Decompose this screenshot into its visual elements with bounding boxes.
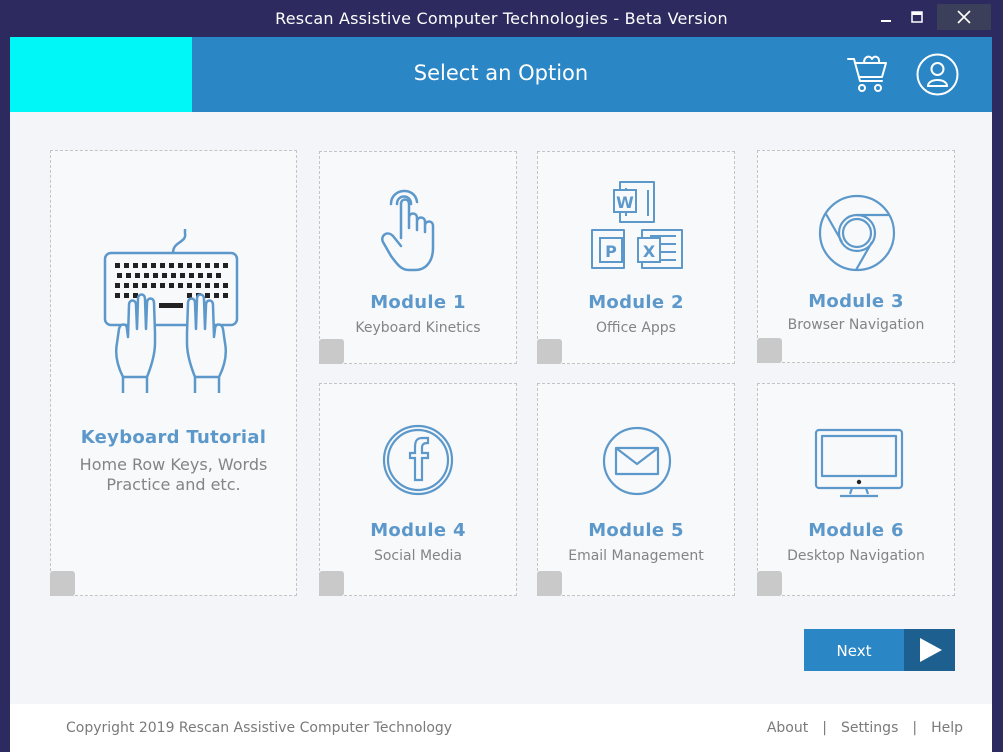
monitor-icon [814, 428, 904, 498]
window-title: Rescan Assistive Computer Technologies -… [275, 9, 728, 28]
chrome-icon [818, 194, 896, 272]
svg-text:P: P [605, 242, 617, 261]
tutorial-select-checkbox[interactable] [50, 571, 75, 596]
help-link[interactable]: Help [931, 720, 963, 736]
tutorial-title: Keyboard Tutorial [80, 427, 267, 448]
maximize-button[interactable] [902, 4, 932, 30]
play-arrow-icon [919, 638, 942, 662]
module-4-subtitle: Social Media [373, 548, 462, 564]
header-bar: Select an Option [10, 37, 992, 112]
svg-text:X: X [643, 242, 656, 261]
module-5-select-checkbox[interactable] [537, 571, 562, 596]
module-6-card[interactable]: Module 6 Desktop Navigation [757, 383, 955, 596]
close-icon [957, 10, 971, 24]
module-1-title: Module 1 [370, 292, 466, 313]
module-3-select-checkbox[interactable] [757, 338, 782, 363]
mail-icon [602, 426, 672, 496]
next-label: Next [836, 642, 872, 660]
module-1-subtitle: Keyboard Kinetics [355, 320, 481, 336]
about-link[interactable]: About [767, 720, 808, 736]
module-1-select-checkbox[interactable] [319, 339, 344, 364]
facebook-icon [382, 424, 454, 496]
module-2-select-checkbox[interactable] [537, 339, 562, 364]
footer-separator: | [912, 720, 918, 736]
keyboard-hands-icon [103, 229, 239, 393]
module-4-select-checkbox[interactable] [319, 571, 344, 596]
keyboard-tutorial-card[interactable]: Keyboard Tutorial Home Row Keys, Words P… [50, 150, 297, 596]
module-5-title: Module 5 [588, 520, 684, 541]
module-3-card[interactable]: Module 3 Browser Navigation [757, 150, 955, 363]
module-2-subtitle: Office Apps [596, 320, 676, 336]
next-button[interactable]: Next [804, 629, 955, 671]
module-6-title: Module 6 [808, 520, 904, 541]
user-icon [916, 53, 959, 96]
module-5-subtitle: Email Management [568, 548, 704, 564]
footer-separator: | [822, 720, 827, 736]
module-3-subtitle: Browser Navigation [787, 317, 925, 333]
footer-links: About | Settings | Help [767, 720, 963, 736]
page-title: Select an Option [413, 61, 589, 85]
module-4-card[interactable]: Module 4 Social Media [319, 383, 517, 596]
copyright-text: Copyright 2019 Rescan Assistive Computer… [66, 720, 453, 736]
module-6-subtitle: Desktop Navigation [787, 548, 925, 564]
module-1-card[interactable]: Module 1 Keyboard Kinetics [319, 151, 517, 364]
minimize-button[interactable] [871, 4, 901, 30]
next-arrow [904, 629, 955, 671]
pointer-hand-icon [381, 189, 435, 272]
window-titlebar: Rescan Assistive Computer Technologies -… [0, 0, 1003, 37]
office-apps-icon: W P X [591, 181, 683, 269]
settings-link[interactable]: Settings [841, 720, 898, 736]
minimize-icon [881, 20, 891, 22]
footer: Copyright 2019 Rescan Assistive Computer… [10, 704, 992, 752]
cart-button[interactable] [846, 53, 890, 95]
module-4-title: Module 4 [370, 520, 466, 541]
module-3-title: Module 3 [808, 291, 904, 312]
maximize-icon [911, 11, 923, 23]
close-button[interactable] [937, 4, 991, 30]
module-5-card[interactable]: Module 5 Email Management [537, 383, 735, 596]
module-6-select-checkbox[interactable] [757, 571, 782, 596]
user-account-button[interactable] [916, 53, 959, 96]
module-2-card[interactable]: W P X Module 2 Office Apps [537, 151, 735, 364]
cart-icon [847, 55, 887, 92]
module-2-title: Module 2 [588, 292, 684, 313]
tutorial-subtitle: Home Row Keys, Words Practice and etc. [79, 455, 268, 494]
svg-text:W: W [616, 193, 634, 212]
app-window: Select an Option Keyboard Tutorial Home … [10, 37, 992, 752]
